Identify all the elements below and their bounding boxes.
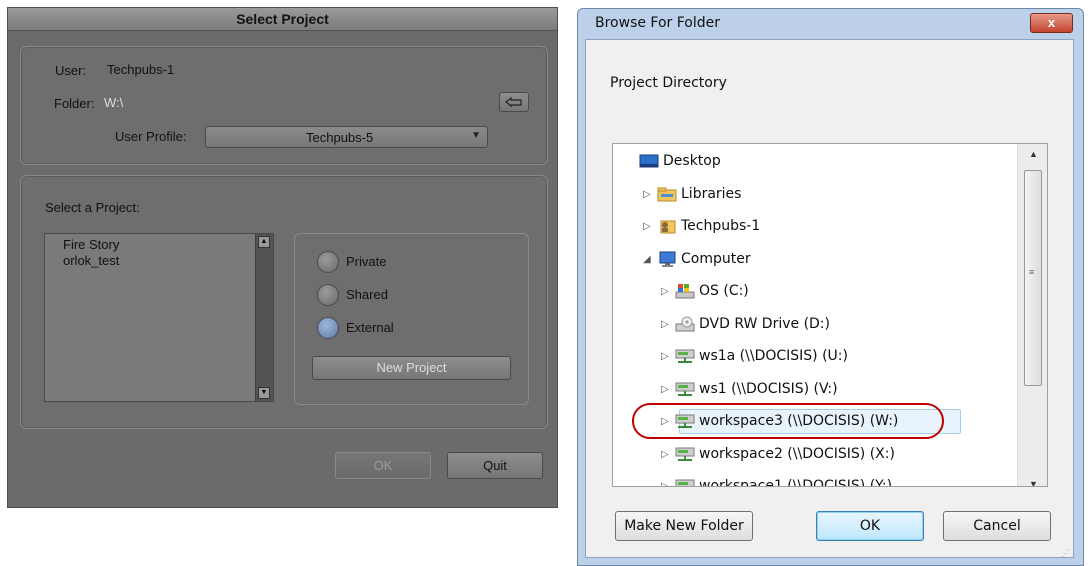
select-project-panel: Select a Project: Fire Story orlok_test ▲… <box>20 175 548 429</box>
radio-label: Private <box>346 254 387 269</box>
tree-item[interactable]: ▷ ws1 (\\DOCISIS) (V:) <box>613 375 1013 405</box>
project-list-item[interactable]: orlok_test <box>63 253 119 269</box>
radio-label: External <box>346 320 394 335</box>
scroll-down-button[interactable]: ▼ <box>258 387 270 399</box>
tree-item-label: ws1a (\\DOCISIS) (U:) <box>699 348 848 364</box>
tree-item-label: OS (C:) <box>699 283 749 299</box>
desktop-icon <box>639 153 659 169</box>
computer-icon <box>657 251 677 267</box>
cancel-button[interactable]: Cancel <box>943 511 1051 541</box>
tree-item[interactable]: Desktop <box>613 147 1013 177</box>
select-project-dialog: Select Project User: Techpubs-1 Folder: … <box>7 7 558 508</box>
scroll-thumb[interactable]: ≡ <box>1024 170 1042 386</box>
libraries-icon <box>657 186 677 202</box>
prompt-text: Project Directory <box>610 75 727 91</box>
radio-label: Shared <box>346 287 388 302</box>
folder-label: Folder: <box>54 96 95 111</box>
project-list-item[interactable]: Fire Story <box>63 237 119 253</box>
select-a-project-label: Select a Project: <box>45 200 140 215</box>
collapsed-arrow-icon[interactable]: ▷ <box>643 221 651 232</box>
windows-drive-icon <box>675 283 695 299</box>
callout-highlight <box>632 403 944 439</box>
tree-item[interactable]: ▷ workspace1 (\\DOCISIS) (Y:) <box>613 472 1013 487</box>
tree-item[interactable]: ▷ workspace2 (\\DOCISIS) (X:) <box>613 440 1013 470</box>
ok-button[interactable]: OK <box>335 452 431 479</box>
network-drive-icon <box>675 446 695 462</box>
tree-item-label: Computer <box>681 250 751 267</box>
user-profile-label: User Profile: <box>115 129 187 144</box>
collapsed-arrow-icon[interactable]: ▷ <box>661 286 669 297</box>
project-list-scrollbar[interactable]: ▲ ▼ <box>255 234 273 401</box>
project-list[interactable]: Fire Story orlok_test ▲ ▼ <box>44 233 274 402</box>
close-icon: x <box>1047 15 1056 30</box>
tree-item-label: DVD RW Drive (D:) <box>699 315 830 332</box>
network-drive-icon <box>675 348 695 364</box>
make-new-folder-button[interactable]: Make New Folder <box>615 511 753 541</box>
expanded-arrow-icon[interactable]: ◢ <box>643 254 651 265</box>
collapsed-arrow-icon[interactable]: ▷ <box>661 449 669 460</box>
scroll-up-button[interactable]: ▲ <box>258 236 270 248</box>
collapsed-arrow-icon[interactable]: ▷ <box>643 189 651 200</box>
user-info-panel: User: Techpubs-1 Folder: W:\ User Profil… <box>20 46 548 165</box>
tree-item-label: workspace2 (\\DOCISIS) (X:) <box>699 445 895 462</box>
dvd-drive-icon <box>675 316 695 332</box>
scroll-up-icon[interactable]: ▲ <box>1018 144 1047 164</box>
scroll-down-icon[interactable]: ▼ <box>1018 474 1047 486</box>
radio-private[interactable] <box>317 251 339 273</box>
folder-arrow-icon <box>505 96 522 108</box>
tree-item-label: Techpubs-1 <box>681 218 761 234</box>
new-project-button[interactable]: New Project <box>312 356 511 380</box>
ok-button[interactable]: OK <box>816 511 924 541</box>
user-label: User: <box>55 63 87 78</box>
close-button[interactable]: x <box>1030 13 1073 33</box>
tree-scrollbar[interactable]: ▲ ≡ ▼ <box>1017 144 1047 486</box>
tree-item[interactable]: ▷ Libraries <box>613 180 1013 210</box>
user-profile-value: Techpubs-5 <box>306 130 374 145</box>
tree-item-label: workspace1 (\\DOCISIS) (Y:) <box>699 478 893 487</box>
tree-item[interactable]: ▷ OS (C:) <box>613 277 1013 307</box>
radio-external[interactable] <box>317 317 339 339</box>
radio-shared[interactable] <box>317 284 339 306</box>
collapsed-arrow-icon[interactable]: ▷ <box>661 481 669 486</box>
network-drive-icon <box>675 478 695 486</box>
tree-item[interactable]: ◢ Computer <box>613 245 1013 275</box>
resize-grip-icon[interactable]: ⋰ <box>1061 548 1070 559</box>
quit-button[interactable]: Quit <box>447 452 543 479</box>
user-value: Techpubs-1 <box>107 62 175 77</box>
project-type-panel: Private Shared External New Project <box>294 233 529 405</box>
browse-folder-button[interactable] <box>499 92 529 112</box>
folder-value: W:\ <box>104 95 124 110</box>
tree-item-label: Libraries <box>681 185 742 202</box>
network-drive-icon <box>675 381 695 397</box>
tree-item-label: ws1 (\\DOCISIS) (V:) <box>699 380 838 397</box>
user-profile-select[interactable]: Techpubs-5 ▼ <box>205 126 488 148</box>
tree-item[interactable]: ▷ DVD RW Drive (D:) <box>613 310 1013 340</box>
tree-item-label: Desktop <box>663 153 721 169</box>
user-folder-icon <box>657 218 677 234</box>
dialog-title: Select Project <box>8 8 557 31</box>
chevron-down-icon: ▼ <box>471 130 481 141</box>
dialog-title: Browse For Folder <box>595 15 721 31</box>
collapsed-arrow-icon[interactable]: ▷ <box>661 384 669 395</box>
grip-icon: ≡ <box>1029 267 1035 277</box>
collapsed-arrow-icon[interactable]: ▷ <box>661 351 669 362</box>
tree-item[interactable]: ▷ ws1a (\\DOCISIS) (U:) <box>613 342 1013 372</box>
tree-item[interactable]: ▷ Techpubs-1 <box>613 212 1013 242</box>
collapsed-arrow-icon[interactable]: ▷ <box>661 319 669 330</box>
